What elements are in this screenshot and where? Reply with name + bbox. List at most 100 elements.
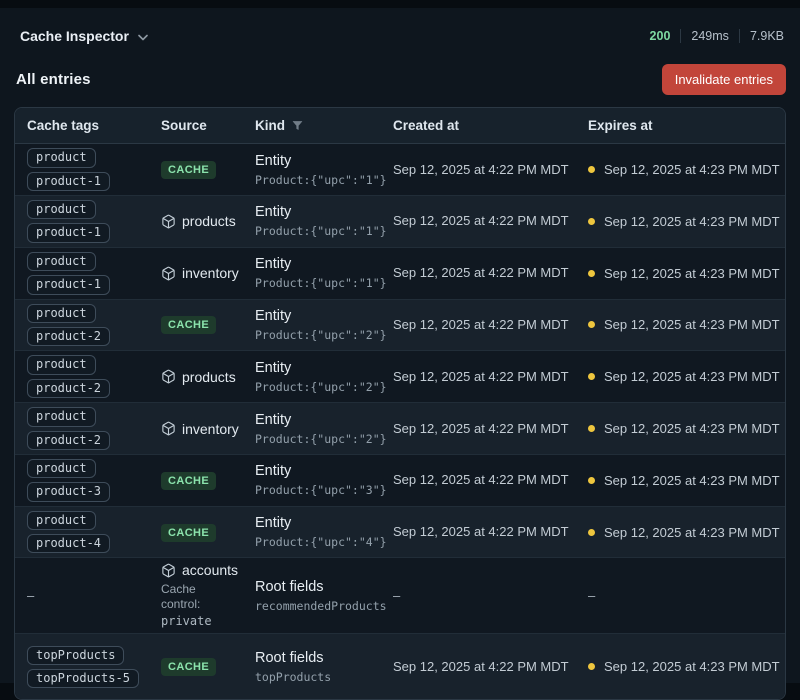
kind-detail: recommendedProducts xyxy=(255,599,369,613)
cache-tag-pill: product xyxy=(27,148,96,167)
cell-created-at: Sep 12, 2025 at 4:22 PM MDT xyxy=(381,416,576,442)
cell-created-at: Sep 12, 2025 at 4:22 PM MDT xyxy=(381,208,576,234)
expiry-dot xyxy=(588,270,595,277)
source-name: inventory xyxy=(182,421,239,437)
kind-label: Entity xyxy=(255,463,369,479)
created-at-value: Sep 12, 2025 at 4:22 PM MDT xyxy=(393,524,569,539)
source-service: inventory xyxy=(161,265,231,281)
table-row[interactable]: productproduct-2 CACHE EntityProduct:{"u… xyxy=(15,299,785,351)
topbar: Cache Inspector 200 249ms 7.9KB xyxy=(0,8,800,48)
cache-badge: CACHE xyxy=(161,472,216,490)
kind-detail: Product:{"upc":"2"} xyxy=(255,328,369,342)
expires-at-value: Sep 12, 2025 at 4:23 PM MDT xyxy=(604,473,780,488)
expiry-dot xyxy=(588,529,595,536)
cell-expires-at: Sep 12, 2025 at 4:23 PM MDT xyxy=(576,313,786,336)
table-row[interactable]: product product-1 CACHE EntityProduct:{"u… xyxy=(15,144,785,195)
table-row[interactable]: productproduct-2 inventory EntityProduct… xyxy=(15,402,785,454)
kind-detail: Product:{"upc":"1"} xyxy=(255,276,369,290)
cell-expires-at: Sep 12, 2025 at 4:23 PM MDT xyxy=(576,469,786,492)
cache-badge: CACHE xyxy=(161,161,216,179)
expires-at-value: Sep 12, 2025 at 4:23 PM MDT xyxy=(604,317,780,332)
cell-cache-tags: productproduct-2 xyxy=(15,403,149,454)
cell-created-at: Sep 12, 2025 at 4:22 PM MDT xyxy=(381,519,576,545)
cell-created-at: Sep 12, 2025 at 4:22 PM MDT xyxy=(381,364,576,390)
filter-icon[interactable] xyxy=(292,120,303,131)
expiry-dot xyxy=(588,425,595,432)
box-icon xyxy=(161,214,176,229)
panel-title-dropdown[interactable]: Cache Inspector xyxy=(20,28,148,44)
cache-control-label: Cache control: xyxy=(161,582,231,612)
expires-at-value: Sep 12, 2025 at 4:23 PM MDT xyxy=(604,421,780,436)
cell-kind: EntityProduct:{"upc":"3"} xyxy=(243,459,381,501)
expires-at-value: Sep 12, 2025 at 4:23 PM MDT xyxy=(604,214,780,229)
cache-tag-pill: product-1 xyxy=(27,172,110,191)
table-body: productproduct-1 CACHE EntityProduct:{"u… xyxy=(15,144,785,699)
kind-label: Entity xyxy=(255,412,369,428)
request-duration: 249ms xyxy=(691,29,729,43)
table-row[interactable]: productproduct-4 CACHE EntityProduct:{"u… xyxy=(15,506,785,558)
cache-tag-pill: product-4 xyxy=(27,534,110,553)
cell-source: CACHE xyxy=(149,311,243,338)
created-at-value: Sep 12, 2025 at 4:22 PM MDT xyxy=(393,265,569,280)
box-icon xyxy=(161,369,176,384)
cell-cache-tags: productproduct-1 xyxy=(15,196,149,247)
table-row[interactable]: – accountsCache control:private Root fie… xyxy=(15,557,785,633)
cell-kind: EntityProduct:{"upc":"2"} xyxy=(243,408,381,450)
empty-placeholder: – xyxy=(27,588,34,603)
created-at-value: Sep 12, 2025 at 4:22 PM MDT xyxy=(393,659,569,674)
kind-label: Root fields xyxy=(255,579,369,595)
source-service: products xyxy=(161,369,231,385)
cell-kind: EntityProduct:{"upc":"2"} xyxy=(243,356,381,398)
source-name: products xyxy=(182,213,236,229)
table-row[interactable]: productproduct-1 products EntityProduct:… xyxy=(15,195,785,247)
response-size: 7.9KB xyxy=(750,29,784,43)
table-row[interactable]: productproduct-1 inventory EntityProduct… xyxy=(15,247,785,299)
expiry-dot xyxy=(588,477,595,484)
cache-tag-pill: product xyxy=(27,200,96,219)
kind-label: Entity xyxy=(255,153,369,169)
cell-cache-tags: – xyxy=(15,584,149,607)
kind-label: Root fields xyxy=(255,650,369,666)
expires-at-value: Sep 12, 2025 at 4:23 PM MDT xyxy=(604,525,780,540)
cell-source: inventory xyxy=(149,417,243,441)
box-icon xyxy=(161,266,176,281)
cell-created-at: Sep 12, 2025 at 4:22 PM MDT xyxy=(381,157,576,183)
kind-detail: Product:{"upc":"4"} xyxy=(255,535,369,549)
cell-created-at: – xyxy=(381,583,576,609)
kind-label: Entity xyxy=(255,360,369,376)
cache-entries-table: Cache tags Source Kind Created at Expire… xyxy=(14,107,786,700)
cache-tag-pill: product-2 xyxy=(27,379,110,398)
cell-source: accountsCache control:private xyxy=(149,558,243,633)
expiry-dot xyxy=(588,663,595,670)
invalidate-entries-button[interactable]: Invalidate entries xyxy=(662,64,786,95)
cell-expires-at: Sep 12, 2025 at 4:23 PM MDT xyxy=(576,521,786,544)
cache-tag-pill: product xyxy=(27,355,96,374)
column-header-cache-tags: Cache tags xyxy=(15,118,149,133)
cell-cache-tags: product product-2 xyxy=(15,351,149,402)
cell-expires-at: Sep 12, 2025 at 4:23 PM MDT xyxy=(576,210,786,233)
cache-tag-pill: product-2 xyxy=(27,431,110,450)
table-row[interactable]: product product-2 products EntityProduct:… xyxy=(15,350,785,402)
cell-kind: EntityProduct:{"upc":"1"} xyxy=(243,252,381,294)
cell-cache-tags: productproduct-3 xyxy=(15,455,149,506)
cell-kind: Root fieldstopProducts xyxy=(243,646,381,688)
created-at-value: Sep 12, 2025 at 4:22 PM MDT xyxy=(393,162,569,177)
chevron-down-icon xyxy=(138,34,148,41)
stat-divider xyxy=(739,29,740,43)
cache-tag-pill: topProducts-5 xyxy=(27,669,139,688)
cell-cache-tags: product product-1 xyxy=(15,144,149,195)
cell-expires-at: Sep 12, 2025 at 4:23 PM MDT xyxy=(576,262,786,285)
cell-created-at: Sep 12, 2025 at 4:22 PM MDT xyxy=(381,467,576,493)
cell-created-at: Sep 12, 2025 at 4:22 PM MDT xyxy=(381,260,576,286)
column-header-expires-at: Expires at xyxy=(576,118,785,133)
cell-kind: Root fields recommendedProducts xyxy=(243,575,381,617)
cache-tag-pill: product xyxy=(27,252,96,271)
table-row[interactable]: topProductstopProducts-5 CACHE Root fiel… xyxy=(15,633,785,699)
source-name: accounts xyxy=(182,562,238,578)
expiry-dot xyxy=(588,166,595,173)
box-icon xyxy=(161,421,176,436)
cell-kind: EntityProduct:{"upc":"1"} xyxy=(243,149,381,191)
created-at-value: Sep 12, 2025 at 4:22 PM MDT xyxy=(393,213,569,228)
request-stats: 200 249ms 7.9KB xyxy=(650,29,784,43)
table-row[interactable]: productproduct-3 CACHE EntityProduct:{"u… xyxy=(15,454,785,506)
